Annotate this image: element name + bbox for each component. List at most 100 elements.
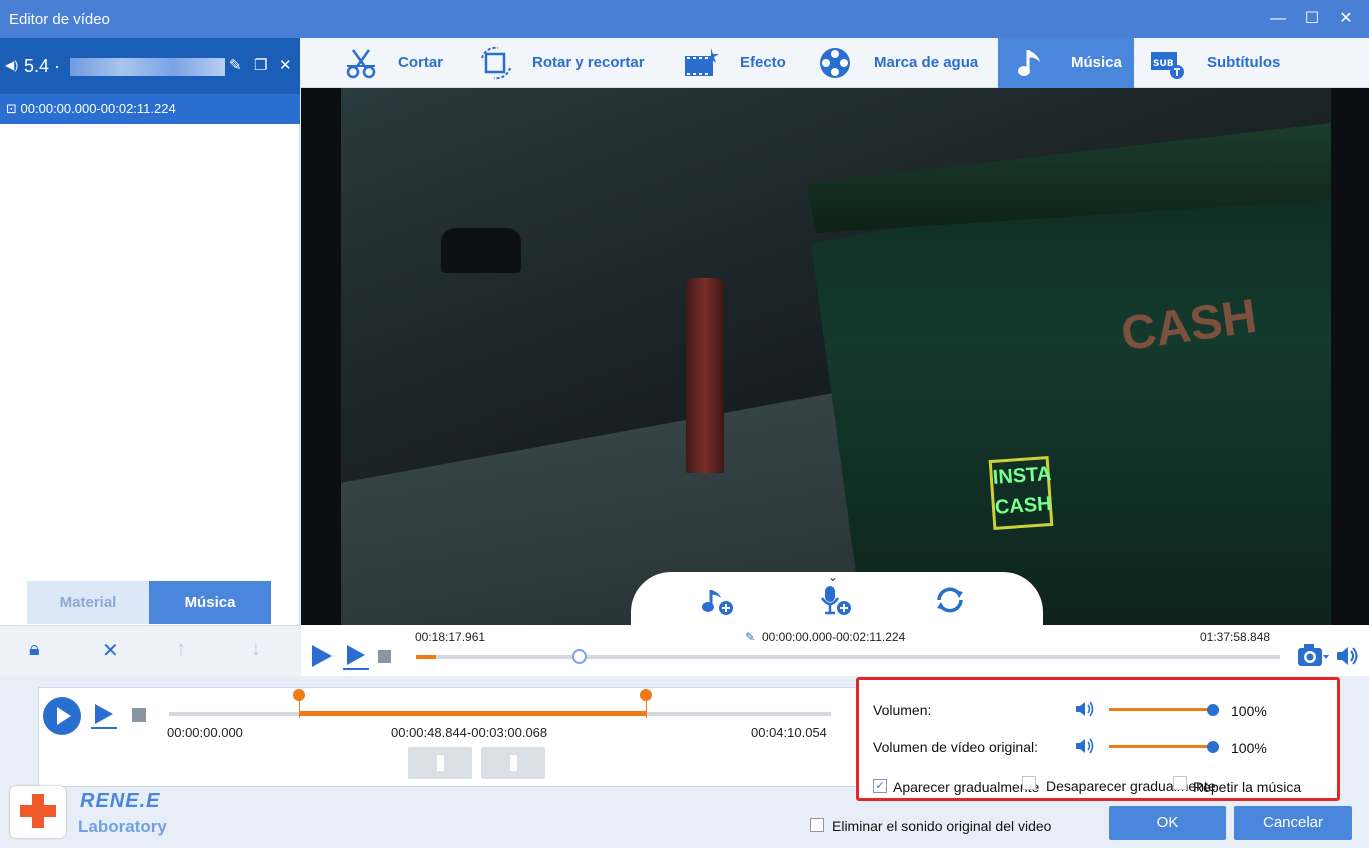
top-toolbar: Cortar Rotar y recortar Efecto Marca de …: [301, 38, 1369, 88]
tab-music[interactable]: Música: [149, 581, 271, 624]
timeline-track[interactable]: [416, 655, 1280, 659]
music-start-time: 00:00:00.000: [167, 725, 243, 740]
original-volume-speaker-icon: [1076, 738, 1094, 754]
music-action-dock: ⌄: [631, 570, 1043, 625]
minimize-button[interactable]: —: [1264, 6, 1292, 32]
original-volume-slider-track[interactable]: [1109, 745, 1213, 748]
subtitles-icon: SUB: [1151, 52, 1184, 79]
rene-logo: [10, 786, 66, 838]
stop-icon[interactable]: [378, 650, 391, 663]
fade-in-checkbox[interactable]: ✓: [873, 779, 887, 793]
tab-music-active[interactable]: Música: [998, 38, 1134, 88]
title-bar: Editor de vídeo — ☐ ✕: [0, 0, 1369, 38]
tab-rotate-label: Rotar y recortar: [532, 54, 645, 71]
timeline-playhead[interactable]: [572, 649, 588, 664]
rotate-crop-icon: [481, 46, 511, 80]
add-voice-icon[interactable]: [819, 584, 853, 616]
tab-effect[interactable]: Efecto: [681, 38, 796, 88]
volume-value: 100%: [1231, 703, 1267, 719]
tab-music-label: Música: [1071, 54, 1122, 71]
music-end-time: 00:04:10.054: [751, 725, 827, 740]
svg-text:SUB: SUB: [1153, 59, 1174, 69]
move-down-icon[interactable]: ↓: [251, 638, 261, 661]
total-time: 01:37:58.848: [1200, 630, 1271, 644]
tab-effect-label: Efecto: [740, 54, 786, 71]
tab-cut[interactable]: Cortar: [341, 38, 491, 88]
video-hydrant: [686, 278, 724, 473]
tab-rotate-crop[interactable]: Rotar y recortar: [476, 38, 676, 88]
copy-icon[interactable]: ❐: [254, 56, 267, 74]
repeat-checkbox[interactable]: [1173, 776, 1187, 790]
brand-sub: Laboratory: [78, 817, 167, 836]
tab-watermark-label: Marca de agua: [874, 54, 979, 71]
volume-slider-track[interactable]: [1109, 708, 1213, 711]
camera-icon[interactable]: [1297, 642, 1329, 668]
left-tabs: Material Música: [27, 581, 271, 624]
tab-subtitles-label: Subtítulos: [1207, 54, 1281, 71]
ok-button[interactable]: OK: [1109, 806, 1226, 840]
speaker-volume-icon[interactable]: [1335, 645, 1359, 667]
file-name: 5.4 ·: [24, 56, 61, 76]
current-time: 00:18:17.961: [415, 630, 486, 644]
cancel-button[interactable]: Cancelar: [1234, 806, 1352, 840]
segment-item[interactable]: ⊡ 00:00:00.000-00:02:11.224: [0, 94, 300, 124]
file-item[interactable]: ◀) 5.4 · ✎ ❐ ✕: [0, 38, 300, 94]
window-title: Editor de vídeo: [9, 11, 110, 28]
play-icon[interactable]: [309, 643, 335, 669]
original-volume-label: Volumen de vídeo original:: [873, 739, 1038, 755]
move-up-icon[interactable]: ↑: [176, 638, 186, 661]
segment-range: 00:00:00.000-00:02:11.224: [20, 101, 176, 116]
tab-watermark[interactable]: Marca de agua: [816, 38, 996, 88]
set-start-button[interactable]: [408, 747, 472, 779]
music-play-segment-icon[interactable]: [89, 702, 119, 730]
set-end-button[interactable]: [481, 747, 545, 779]
chevron-down-icon[interactable]: ⌄: [828, 570, 838, 584]
watermark-icon: [820, 48, 850, 78]
crop-icon: ⊡: [6, 101, 17, 116]
remove-original-label: Eliminar el sonido original del video: [832, 818, 1052, 834]
video-preview[interactable]: INSTA CASH CASH ⌄: [301, 88, 1369, 625]
music-range-fill: [299, 711, 646, 716]
timeline-segment-fill: [416, 655, 436, 659]
original-volume-slider-handle[interactable]: [1207, 741, 1219, 753]
music-note-icon: [1018, 50, 1040, 76]
music-play-button[interactable]: [43, 697, 81, 735]
blurred-filename: [70, 58, 225, 76]
repeat-label: Repetir la música: [1193, 779, 1302, 795]
volume-slider-handle[interactable]: [1207, 704, 1219, 716]
bottom-panel: 00:00:00.000 00:00:48.844-00:03:00.068 0…: [0, 676, 1369, 848]
video-neon-sign: INSTA CASH: [988, 455, 1054, 531]
segment-edit-icon[interactable]: ✎: [745, 630, 755, 644]
fade-in-label: Aparecer gradualmente: [893, 779, 1040, 795]
left-panel: ◀) 5.4 · ✎ ❐ ✕ ⊡ 00:00:00.000-00:02:11.2…: [0, 38, 300, 676]
volume-label: Volumen:: [873, 702, 932, 718]
video-car: [441, 228, 521, 273]
scissors-icon: [346, 49, 376, 79]
left-toolbar: 🔒︎ ✕ ↑ ↓: [0, 625, 300, 676]
range-start-line: [299, 700, 300, 718]
close-file-icon[interactable]: ✕: [279, 56, 292, 74]
fade-out-label: Desaparecer gradualmente: [1046, 778, 1216, 794]
music-range-time: 00:00:48.844-00:03:00.068: [391, 725, 548, 740]
logo-cross-horizontal: [20, 805, 56, 817]
replace-icon[interactable]: [933, 584, 967, 616]
lock-icon[interactable]: 🔒︎: [29, 638, 40, 661]
add-music-icon[interactable]: [701, 584, 735, 616]
music-stop-icon[interactable]: [132, 708, 146, 722]
delete-icon[interactable]: ✕: [102, 638, 119, 663]
range-end-line: [646, 700, 647, 718]
edit-pencil-icon[interactable]: ✎: [229, 56, 242, 74]
maximize-button[interactable]: ☐: [1298, 6, 1326, 32]
tab-material[interactable]: Material: [27, 581, 149, 624]
volume-speaker-icon: [1076, 701, 1094, 717]
brand-name: RENE.E: [80, 790, 161, 812]
effect-icon: [685, 48, 719, 76]
speaker-icon[interactable]: ◀): [5, 58, 18, 72]
close-button[interactable]: ✕: [1332, 6, 1360, 32]
main-timeline: 00:18:17.961 ✎ 00:00:00.000-00:02:11.224…: [301, 625, 1369, 676]
fade-out-checkbox[interactable]: [1022, 776, 1036, 790]
tab-subtitles[interactable]: SUB Subtítulos: [1149, 38, 1319, 88]
play-segment-icon[interactable]: [341, 643, 371, 671]
tab-cut-label: Cortar: [398, 54, 444, 71]
remove-original-checkbox[interactable]: [810, 818, 824, 832]
